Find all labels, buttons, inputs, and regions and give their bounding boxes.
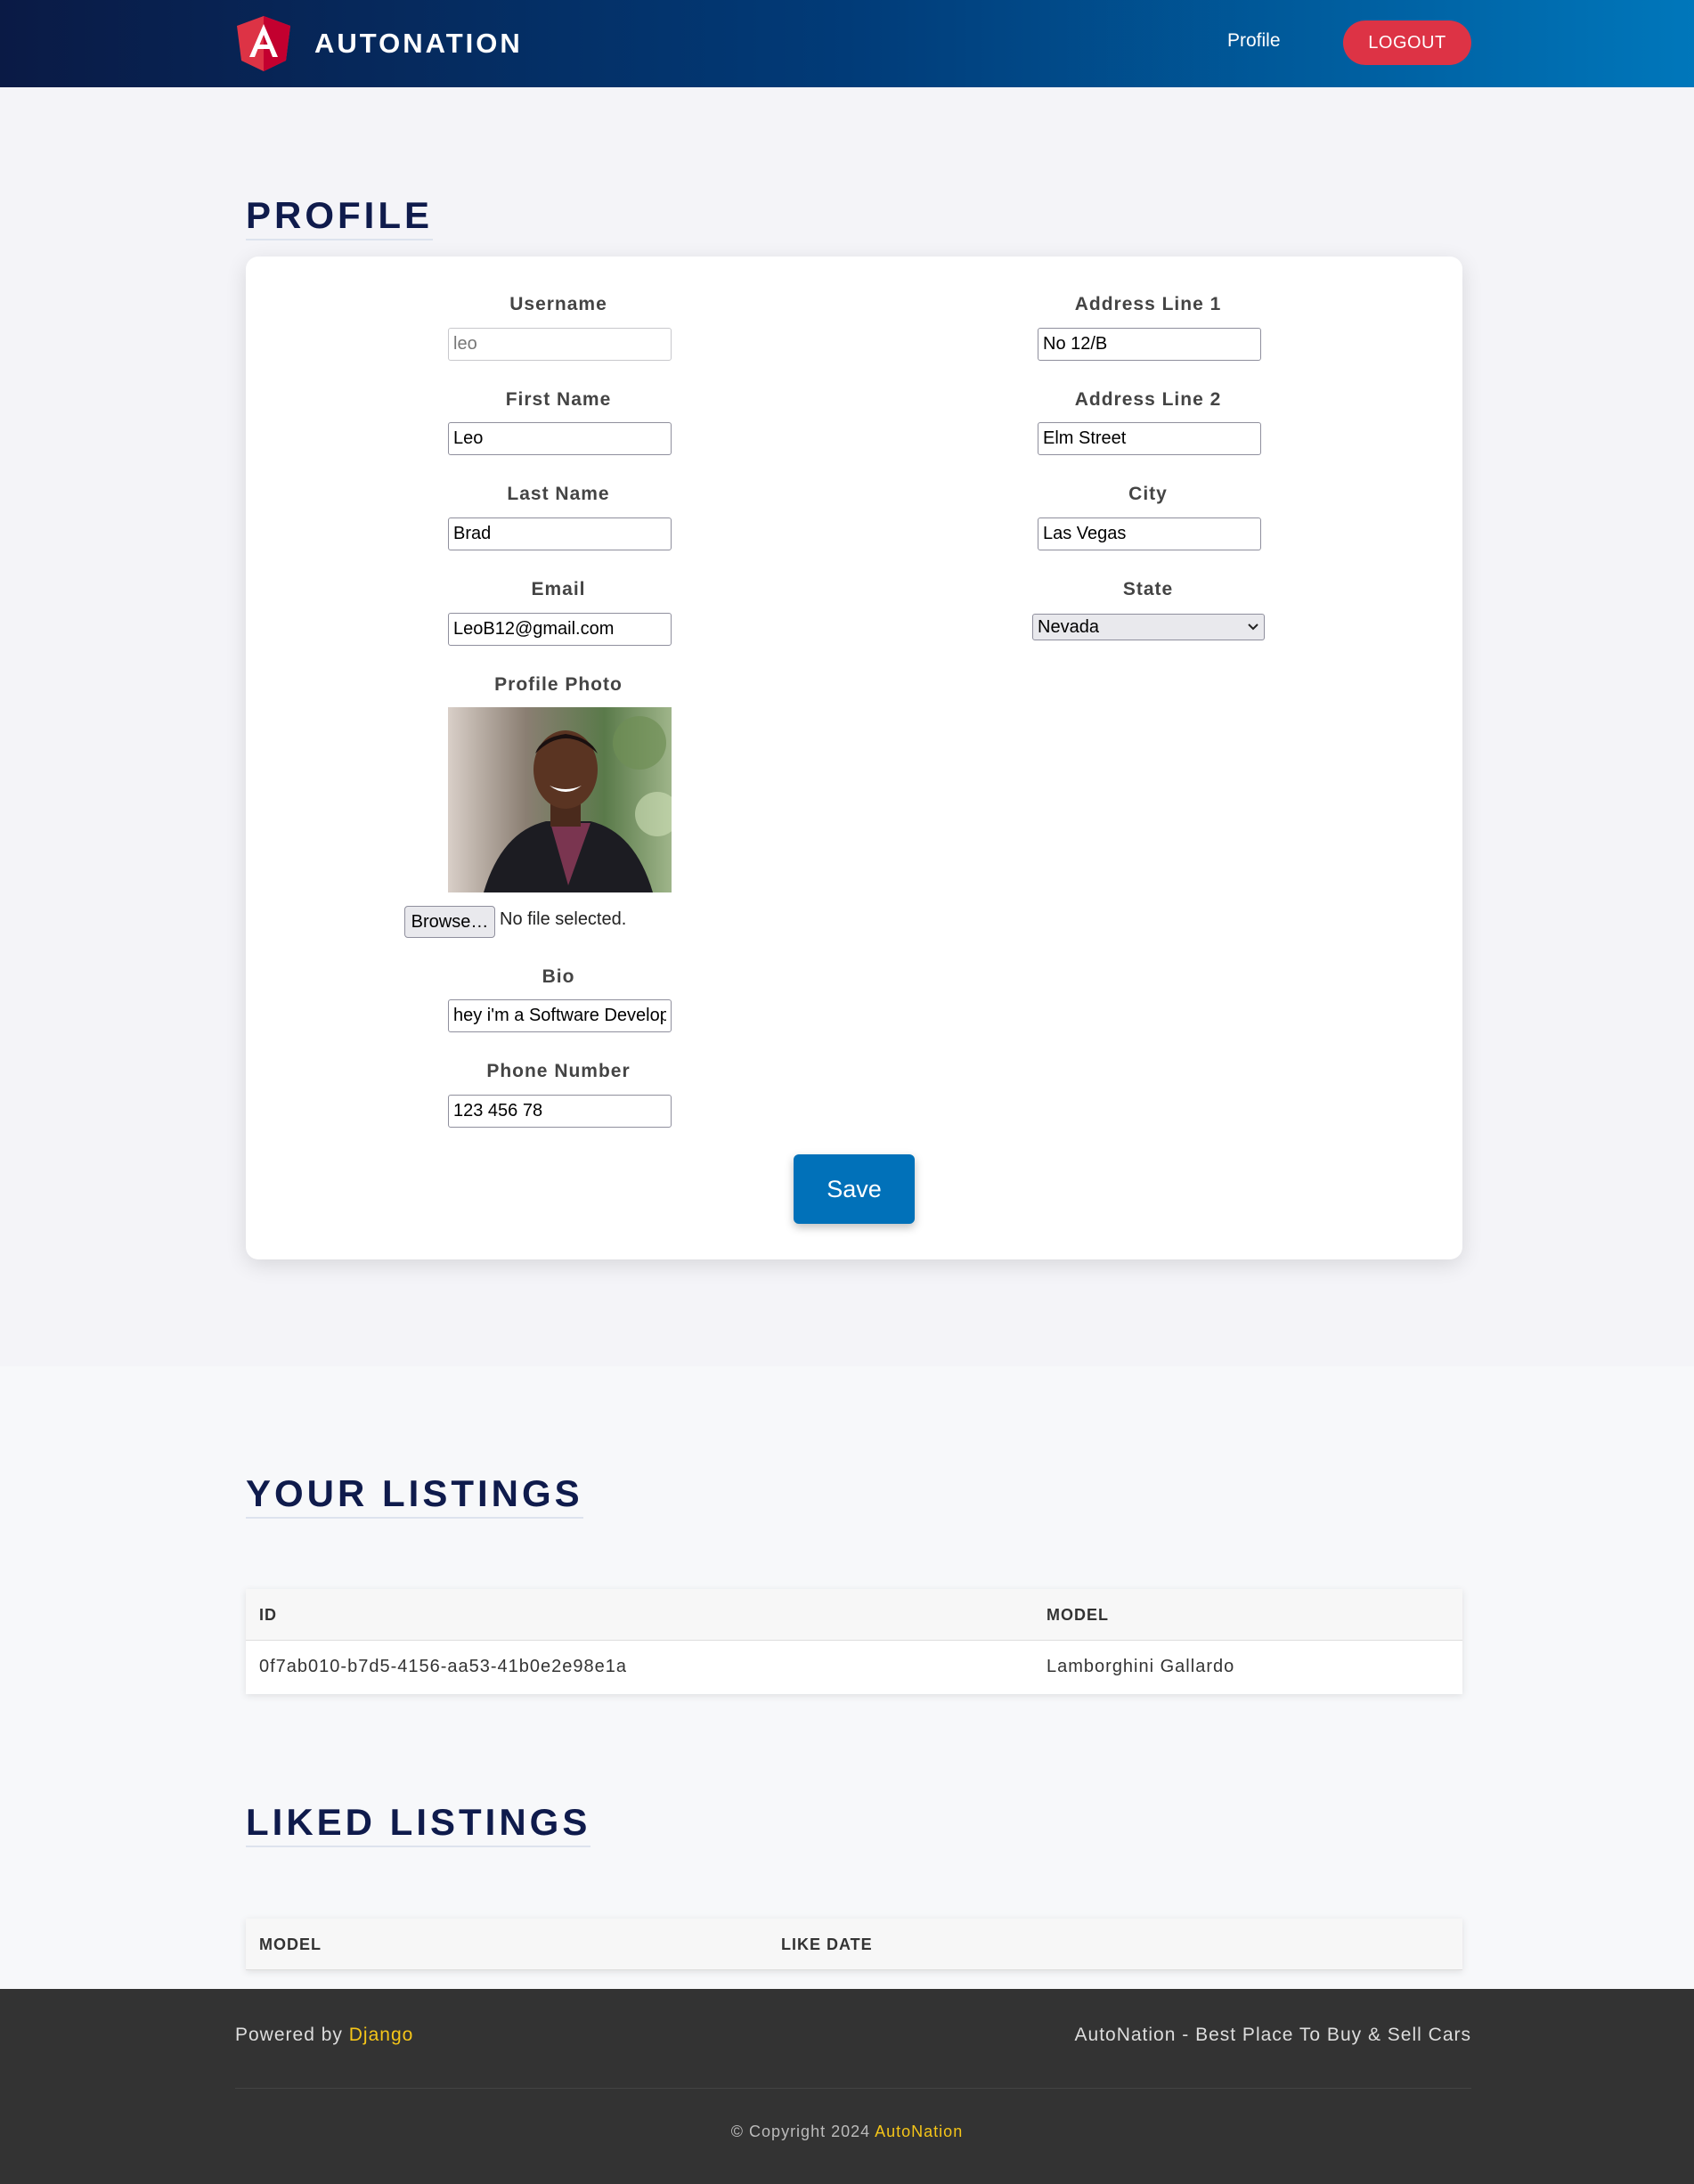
column-header-id: ID (259, 1606, 277, 1624)
powered-by: Powered by Django (235, 2025, 413, 2046)
listing-id: 0f7ab010-b7d5-4156-aa53-41b0e2e98e1a (259, 1657, 628, 1676)
phone-input[interactable] (448, 1095, 672, 1128)
bio-input[interactable] (448, 999, 672, 1032)
first-name-input[interactable] (448, 422, 672, 455)
profile-title: PROFILE (246, 194, 434, 240)
table-row[interactable]: 0f7ab010-b7d5-4156-aa53-41b0e2e98e1a Lam… (246, 1641, 1462, 1694)
address-line-1-label: Address Line 1 (1074, 294, 1222, 314)
liked-listings-table: MODEL LIKE DATE (246, 1919, 1462, 1970)
column-header-like-date: LIKE DATE (781, 1935, 873, 1953)
top-navbar: AUTONATION Profile LOGOUT (0, 0, 1694, 87)
column-header-model: MODEL (259, 1935, 322, 1953)
brand[interactable]: AUTONATION (235, 16, 523, 71)
city-input[interactable] (1038, 517, 1261, 550)
footer-tagline: AutoNation - Best Place To Buy & Sell Ca… (1074, 2025, 1471, 2045)
your-listings-table: ID MODEL 0f7ab010-b7d5-4156-aa53-41b0e2e… (246, 1589, 1462, 1694)
first-name-label: First Name (505, 389, 612, 410)
table-header: MODEL LIKE DATE (246, 1919, 1462, 1970)
username-input (448, 328, 672, 361)
footer-divider (235, 2088, 1471, 2089)
username-label: Username (509, 294, 607, 314)
address-line-2-input[interactable] (1038, 422, 1261, 455)
copyright-text: © Copyright 2024 (730, 2123, 871, 2140)
state-selected-value: Nevada (1038, 616, 1099, 637)
email-label: Email (531, 579, 586, 599)
liked-listings-title: LIKED LISTINGS (246, 1801, 591, 1847)
save-button[interactable]: Save (794, 1154, 915, 1224)
profile-photo-label: Profile Photo (494, 674, 623, 695)
email-input[interactable] (448, 613, 672, 646)
table-header: ID MODEL (246, 1589, 1462, 1641)
your-listings-title: YOUR LISTINGS (246, 1472, 583, 1519)
column-header-model: MODEL (1047, 1606, 1109, 1624)
phone-label: Phone Number (486, 1061, 631, 1081)
state-label: State (1122, 579, 1174, 599)
address-line-1-input[interactable] (1038, 328, 1261, 361)
footer: Powered by Django AutoNation - Best Plac… (0, 1989, 1694, 2184)
logout-button[interactable]: LOGOUT (1343, 20, 1471, 65)
city-label: City (1128, 484, 1168, 504)
listing-model: Lamborghini Gallardo (1047, 1657, 1235, 1676)
brand-name: AUTONATION (314, 28, 523, 59)
file-status: No file selected. (500, 909, 627, 929)
profile-form-card: Username First Name Last Name Email Prof… (246, 257, 1462, 1259)
profile-photo (448, 707, 672, 892)
chevron-down-icon (1248, 623, 1258, 631)
last-name-label: Last Name (507, 484, 610, 504)
powered-by-text: Powered by (235, 2025, 343, 2045)
browse-button[interactable]: Browse… (404, 906, 495, 938)
nav-profile-link[interactable]: Profile (1227, 30, 1281, 52)
bio-label: Bio (542, 966, 575, 987)
state-select[interactable]: Nevada (1032, 614, 1265, 640)
copyright-brand-link[interactable]: AutoNation (875, 2123, 963, 2140)
django-link[interactable]: Django (349, 2025, 414, 2045)
address-line-2-label: Address Line 2 (1074, 389, 1222, 410)
last-name-input[interactable] (448, 517, 672, 550)
copyright: © Copyright 2024 AutoNation (0, 2123, 1694, 2141)
angular-logo-icon (237, 16, 290, 71)
